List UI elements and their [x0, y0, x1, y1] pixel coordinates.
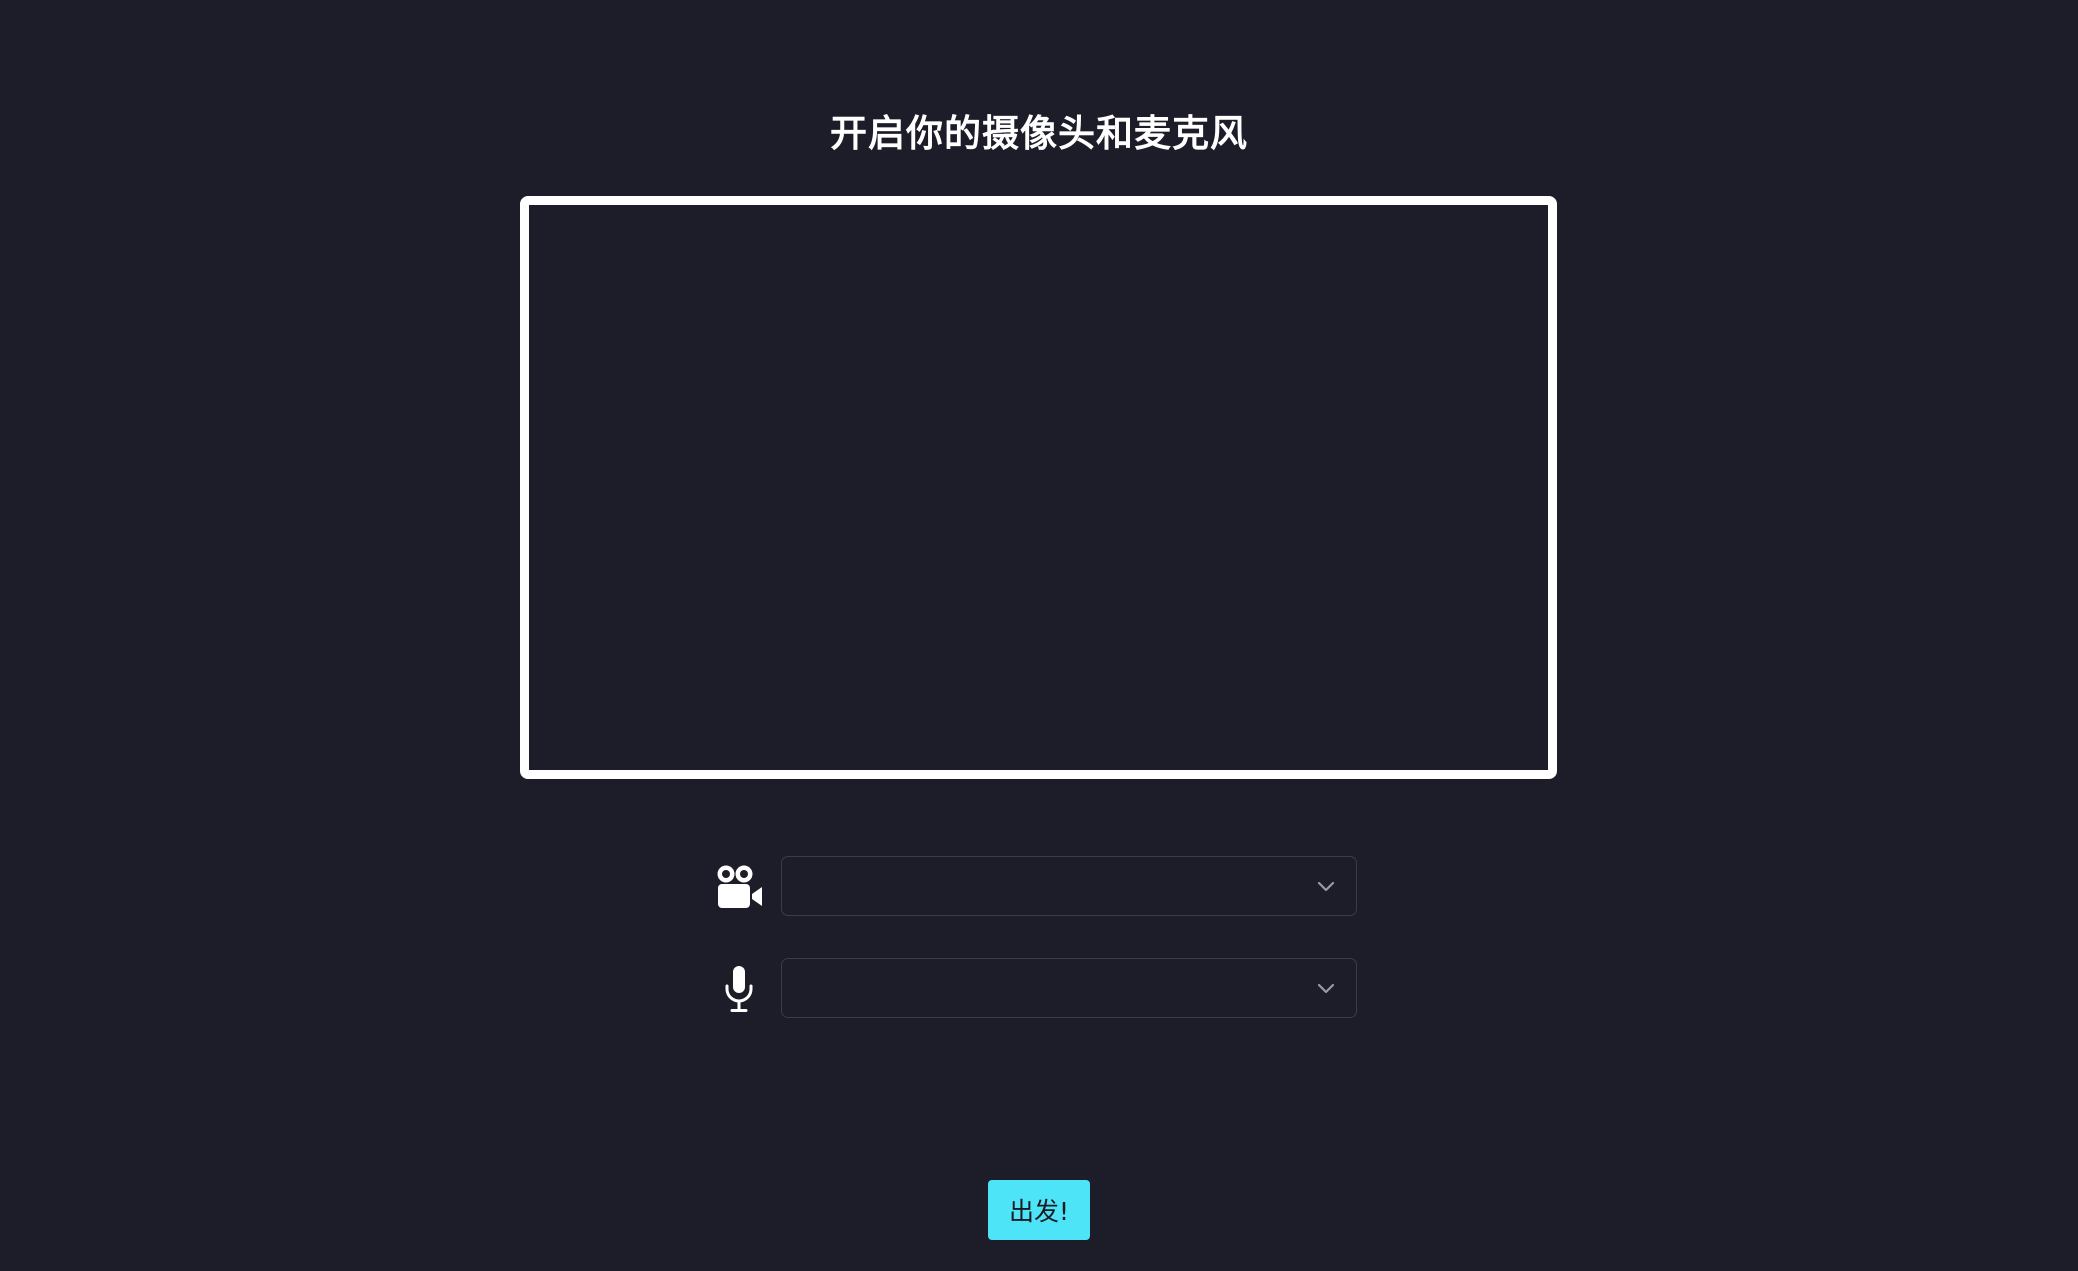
microphone-select[interactable] [781, 958, 1357, 1018]
microphone-icon [715, 966, 763, 1012]
camera-preview [520, 196, 1557, 779]
microphone-row [715, 958, 1358, 1020]
video-camera-icon [715, 864, 763, 910]
page-title: 开启你的摄像头和麦克风 [830, 112, 1248, 155]
go-button[interactable]: 出发! [988, 1180, 1090, 1240]
device-setup-page: 开启你的摄像头和麦克风 出发! [0, 0, 2078, 1271]
chevron-down-icon [1316, 979, 1336, 999]
camera-select[interactable] [781, 856, 1357, 916]
chevron-down-icon [1316, 877, 1336, 897]
camera-row [715, 856, 1358, 918]
